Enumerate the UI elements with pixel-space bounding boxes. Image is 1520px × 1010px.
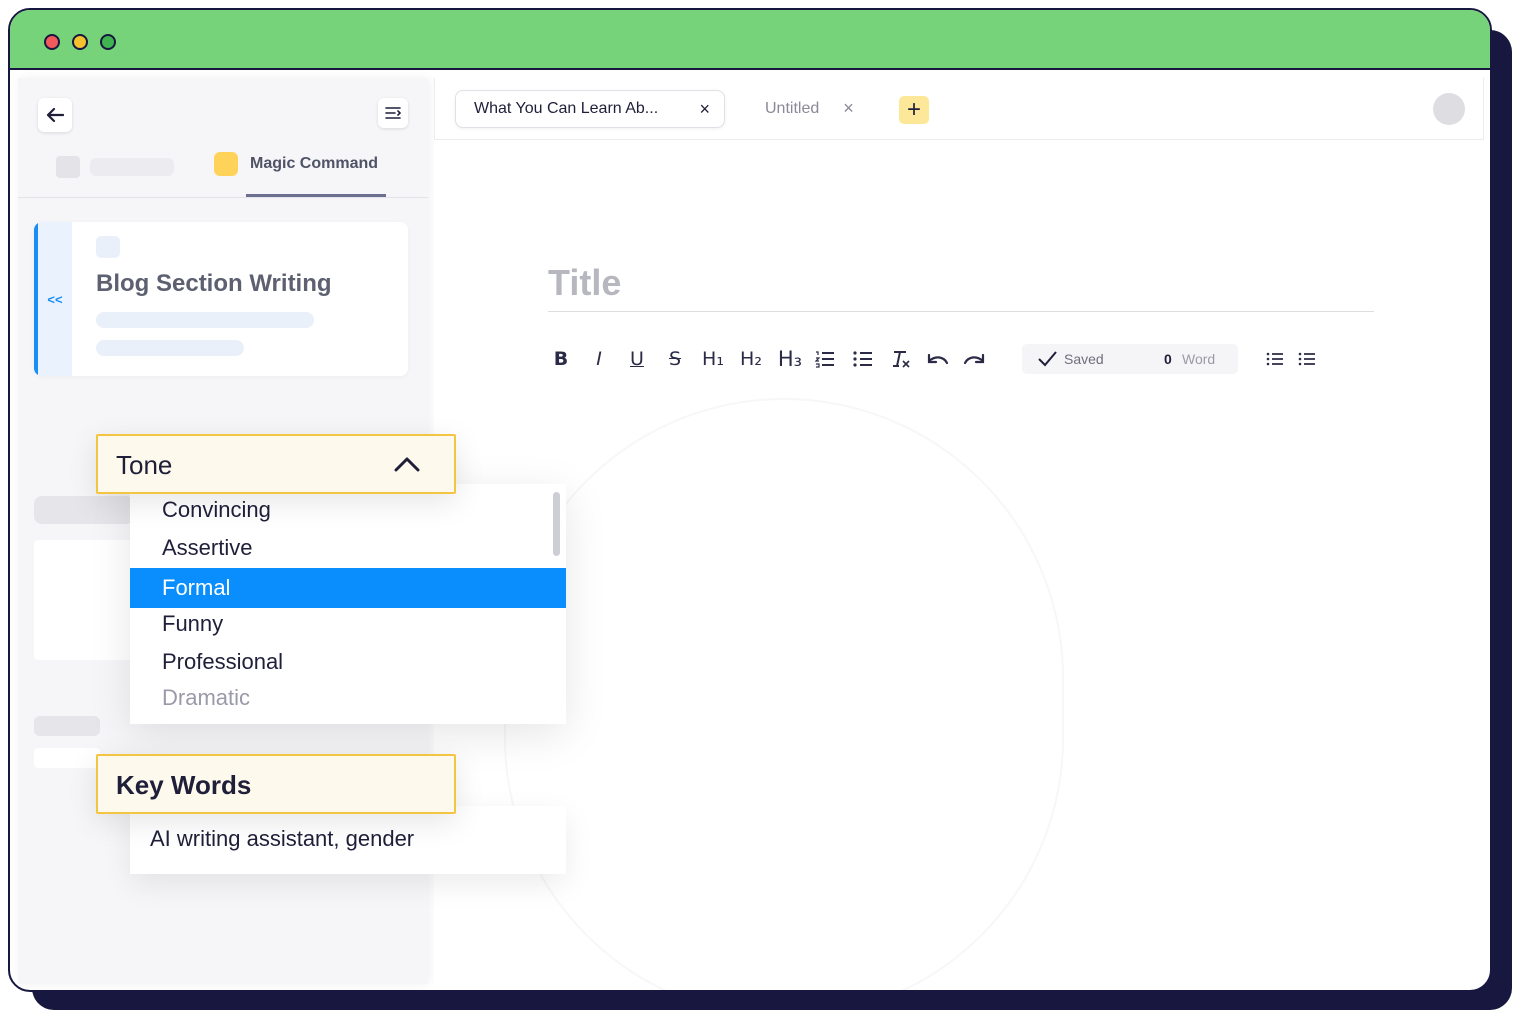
outline-icon [1298, 352, 1315, 366]
tone-option[interactable]: Convincing [130, 490, 566, 530]
titlebar [10, 10, 1490, 70]
ordered-list-button[interactable] [812, 342, 838, 376]
save-status: Saved 0 Word [1022, 344, 1238, 374]
keywords-label: Key Words [116, 770, 252, 800]
undo-button[interactable] [924, 342, 950, 376]
tone-option[interactable]: Dramatic [130, 678, 566, 718]
tab-magic-command-label: Magic Command [250, 155, 379, 172]
bold-button[interactable]: B [548, 342, 574, 376]
word-count: 0 [1164, 351, 1172, 367]
back-button[interactable] [38, 98, 72, 132]
heading1-button[interactable]: H₁ [698, 342, 728, 376]
saved-label: Saved [1064, 351, 1104, 367]
tone-option-selected[interactable]: Formal [130, 568, 566, 608]
close-tab-icon[interactable]: × [843, 98, 854, 119]
collapse-icon: << [47, 291, 63, 307]
field-input-placeholder [34, 540, 144, 660]
magic-command-icon [214, 152, 238, 176]
template-description-placeholder [96, 312, 314, 328]
title-input[interactable] [548, 254, 1374, 312]
document-tab[interactable]: Untitled × [765, 98, 854, 119]
heading2-button[interactable]: H₂ [736, 342, 766, 376]
tab-magic-command[interactable]: Magic Command [214, 152, 378, 176]
template-icon [96, 236, 120, 258]
clear-format-button[interactable] [888, 342, 914, 376]
strikethrough-button[interactable]: S [662, 342, 688, 376]
field-input-placeholder [34, 748, 100, 768]
outline-view-button[interactable] [1294, 342, 1320, 376]
ordered-list-icon [815, 351, 834, 368]
avatar[interactable] [1433, 93, 1465, 125]
tab-placeholder-label [90, 158, 174, 176]
menu-collapse-icon [385, 107, 401, 119]
tone-label: Tone [116, 450, 173, 480]
formatting-toolbar: B I U S H₁ H₂ H₃ Saved 0 Word [548, 342, 1388, 376]
back-arrow-icon [46, 107, 64, 123]
bullet-list-button[interactable] [850, 342, 876, 376]
chevron-up-icon[interactable] [394, 456, 420, 472]
add-tab-button[interactable]: + [899, 96, 929, 124]
sidebar-menu-button[interactable] [378, 98, 408, 128]
document-tab-label: What You Can Learn Ab... [474, 100, 659, 117]
redo-icon [963, 353, 985, 365]
word-count-label: Word [1182, 351, 1216, 367]
check-icon [1038, 351, 1057, 367]
document-tab-label: Untitled [765, 99, 820, 117]
minimize-window-button[interactable] [72, 34, 88, 50]
tone-option[interactable]: Assertive [130, 528, 566, 568]
collapse-strip[interactable]: << [34, 222, 72, 376]
background-decoration [504, 398, 1064, 990]
redo-button[interactable] [962, 342, 988, 376]
bullet-list-icon [853, 351, 872, 367]
field-label-placeholder [34, 496, 134, 524]
template-description-placeholder [96, 340, 244, 356]
keywords-header: Key Words [96, 754, 456, 814]
template-title: Blog Section Writing [96, 270, 332, 297]
close-tab-icon[interactable]: × [699, 99, 710, 120]
document-tab-bar: What You Can Learn Ab... × Untitled × + [434, 78, 1484, 140]
field-label-placeholder [34, 716, 100, 736]
list-icon [1266, 352, 1283, 366]
close-window-button[interactable] [44, 34, 60, 50]
editor-area: What You Can Learn Ab... × Untitled × + … [434, 78, 1484, 990]
underline-button[interactable]: U [624, 342, 650, 376]
keywords-value: AI writing assistant, gender [150, 826, 415, 851]
tone-option[interactable]: Professional [130, 642, 566, 682]
tone-options-list[interactable]: Convincing Assertive Formal Funny Profes… [130, 484, 566, 724]
document-tab-active[interactable]: What You Can Learn Ab... × [455, 90, 725, 128]
tab-placeholder-icon[interactable] [56, 156, 80, 178]
keywords-input[interactable]: AI writing assistant, gender [130, 806, 566, 874]
tone-dropdown[interactable]: Tone [96, 434, 456, 494]
tab-divider [18, 197, 428, 198]
maximize-window-button[interactable] [100, 34, 116, 50]
tone-option[interactable]: Funny [130, 604, 566, 644]
heading3-button[interactable]: H₃ [774, 342, 806, 376]
template-card[interactable]: << Blog Section Writing [34, 222, 408, 376]
italic-button[interactable]: I [586, 342, 612, 376]
scrollbar[interactable] [553, 492, 560, 556]
undo-icon [927, 353, 949, 365]
clear-format-icon [893, 351, 910, 368]
list-view-button[interactable] [1262, 342, 1288, 376]
